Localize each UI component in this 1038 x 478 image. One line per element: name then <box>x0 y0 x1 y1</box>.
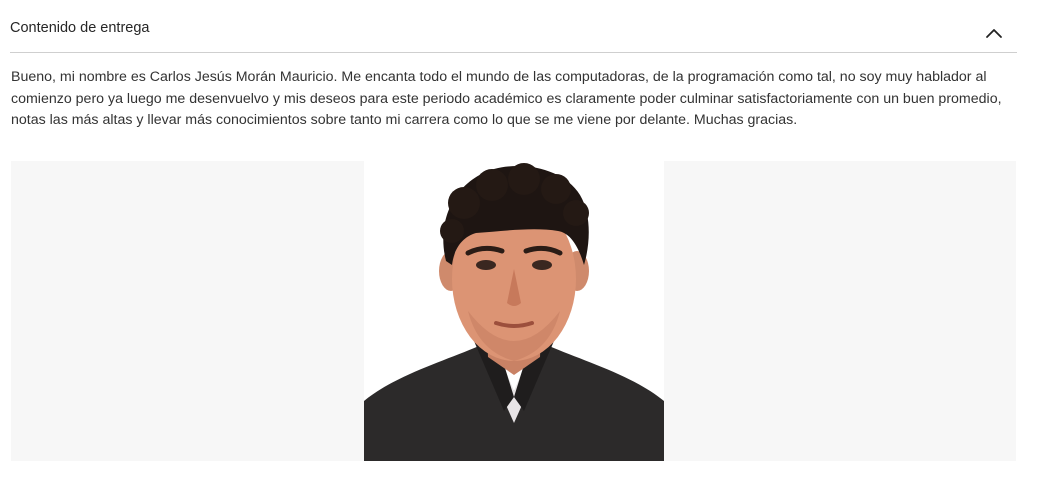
submission-text: Bueno, mi nombre es Carlos Jesús Morán M… <box>11 69 1002 128</box>
portrait-image <box>364 161 664 461</box>
chevron-up-icon <box>986 29 1002 38</box>
submission-content-header[interactable]: Contenido de entrega <box>10 0 1017 53</box>
collapse-toggle-button[interactable] <box>981 20 1007 46</box>
student-photo <box>364 161 664 461</box>
image-frame <box>11 161 1016 461</box>
submission-content-panel: Contenido de entrega Bueno, mi nombre es… <box>0 0 1038 478</box>
section-title: Contenido de entrega <box>10 20 150 36</box>
